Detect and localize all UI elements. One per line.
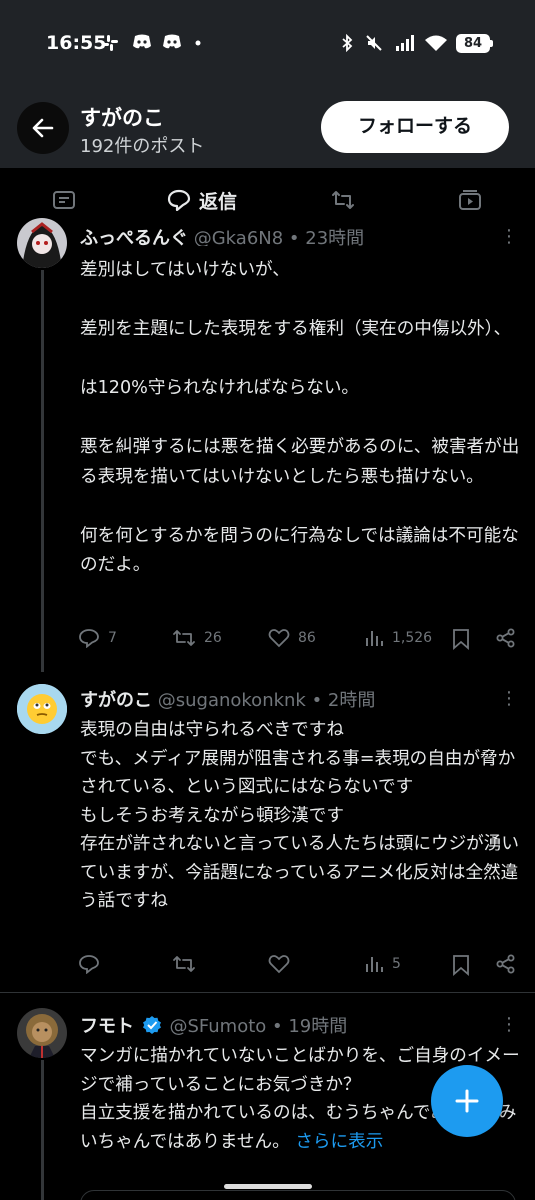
- thread-line: [41, 270, 44, 672]
- quoted-post-preview[interactable]: [80, 1190, 516, 1200]
- retweet-icon: [172, 954, 196, 974]
- bookmark-button[interactable]: [452, 954, 470, 976]
- share-button[interactable]: [496, 628, 516, 648]
- profile-name: すがのこ: [80, 106, 164, 130]
- list-icon: [52, 189, 76, 211]
- discord-icon: [162, 34, 181, 52]
- bluetooth-icon: [340, 34, 358, 52]
- more-options-icon[interactable]: ⋮: [500, 688, 518, 709]
- like-button[interactable]: 86: [268, 628, 316, 648]
- arrow-left-icon: [32, 118, 54, 138]
- share-icon: [496, 628, 516, 648]
- post-header: フモト @SFumoto • 19時間: [80, 1012, 347, 1038]
- heart-icon: [268, 628, 290, 648]
- battery-tip: [490, 40, 493, 47]
- view-count: 5: [392, 956, 401, 972]
- thread-line: [41, 1060, 44, 1200]
- post-actions: 5: [78, 954, 518, 980]
- view-count: 1,526: [392, 630, 433, 646]
- bookmark-button[interactable]: [452, 628, 470, 650]
- tab-replies-label: 返信: [199, 190, 238, 213]
- dot-icon: [194, 34, 212, 52]
- top-bar: 16:55 84 すがのこ 192件のポスト フォローする: [0, 0, 535, 168]
- share-icon: [496, 954, 516, 974]
- reply-icon: [78, 628, 100, 648]
- back-button[interactable]: [17, 102, 69, 154]
- reply-icon: [78, 954, 100, 974]
- compose-button[interactable]: [431, 1065, 503, 1137]
- slack-icon: [101, 34, 119, 52]
- tab-replies[interactable]: 返信: [167, 182, 237, 218]
- media-icon: [458, 189, 482, 211]
- follow-button[interactable]: フォローする: [321, 101, 509, 153]
- heart-icon: [268, 954, 290, 974]
- retweet-icon: [172, 628, 196, 648]
- retweet-count: 26: [204, 630, 222, 646]
- author-name[interactable]: ふっぺるんぐ: [80, 228, 188, 246]
- post-text: 差別はしてはいけないが、 差別を主題にした表現をする権利（実在の中傷以外）、 は…: [80, 260, 520, 575]
- avatar[interactable]: [17, 1008, 67, 1058]
- author-name[interactable]: すがのこ: [80, 690, 152, 711]
- reply-button[interactable]: [78, 954, 108, 974]
- wifi-icon: [424, 34, 448, 52]
- show-more-link[interactable]: さらに表示: [295, 1132, 383, 1152]
- mute-icon: [365, 34, 383, 52]
- retweet-button[interactable]: [172, 954, 204, 974]
- more-options-icon[interactable]: ⋮: [500, 1014, 518, 1035]
- post-count: 192件のポスト: [80, 136, 205, 157]
- author-name[interactable]: フモト: [80, 1016, 134, 1037]
- post-header: ふっぺるんぐ @Gka6N8 • 23時間: [80, 224, 364, 246]
- retweet-button[interactable]: 26: [172, 628, 222, 648]
- reply-count: 7: [108, 630, 117, 646]
- home-indicator[interactable]: [224, 1184, 312, 1189]
- post-actions: 7 26 86 1,526: [78, 628, 518, 654]
- status-time: 16:55: [46, 32, 107, 54]
- reply-button[interactable]: 7: [78, 628, 117, 648]
- status-bar: 16:55 84: [0, 0, 535, 88]
- tab-posts[interactable]: [52, 182, 76, 218]
- avatar[interactable]: [17, 218, 67, 268]
- tab-media[interactable]: [458, 182, 482, 218]
- author-meta[interactable]: @suganokonknk • 2時間: [158, 690, 376, 711]
- retweet-icon: [330, 189, 356, 211]
- profile-header: すがのこ 192件のポスト フォローする: [0, 96, 535, 162]
- views-icon: [364, 954, 384, 974]
- divider: [0, 992, 535, 993]
- author-meta[interactable]: @SFumoto • 19時間: [169, 1016, 347, 1037]
- like-count: 86: [298, 630, 316, 646]
- like-button[interactable]: [268, 954, 298, 974]
- views-icon: [364, 628, 384, 648]
- battery-indicator: 84: [456, 34, 490, 53]
- signal-icon: [395, 34, 414, 52]
- share-button[interactable]: [496, 954, 516, 974]
- avatar[interactable]: [17, 684, 67, 734]
- author-meta[interactable]: @Gka6N8 • 23時間: [194, 228, 364, 246]
- views-button[interactable]: 5: [364, 954, 401, 974]
- reply-icon: [167, 189, 191, 211]
- discord-icon: [132, 34, 151, 52]
- post-header: すがのこ @suganokonknk • 2時間: [80, 686, 375, 712]
- tab-retweets[interactable]: [330, 182, 356, 218]
- more-options-icon[interactable]: ⋮: [500, 226, 518, 247]
- plus-icon: [454, 1088, 480, 1114]
- bookmark-icon: [452, 628, 470, 650]
- verified-badge-icon: [142, 1015, 162, 1035]
- bookmark-icon: [452, 954, 470, 976]
- post-text: 表現の自由は守られるべきですね でも、メディア展開が阻害される事=表現の自由が脅…: [80, 720, 519, 911]
- views-button[interactable]: 1,526: [364, 628, 432, 648]
